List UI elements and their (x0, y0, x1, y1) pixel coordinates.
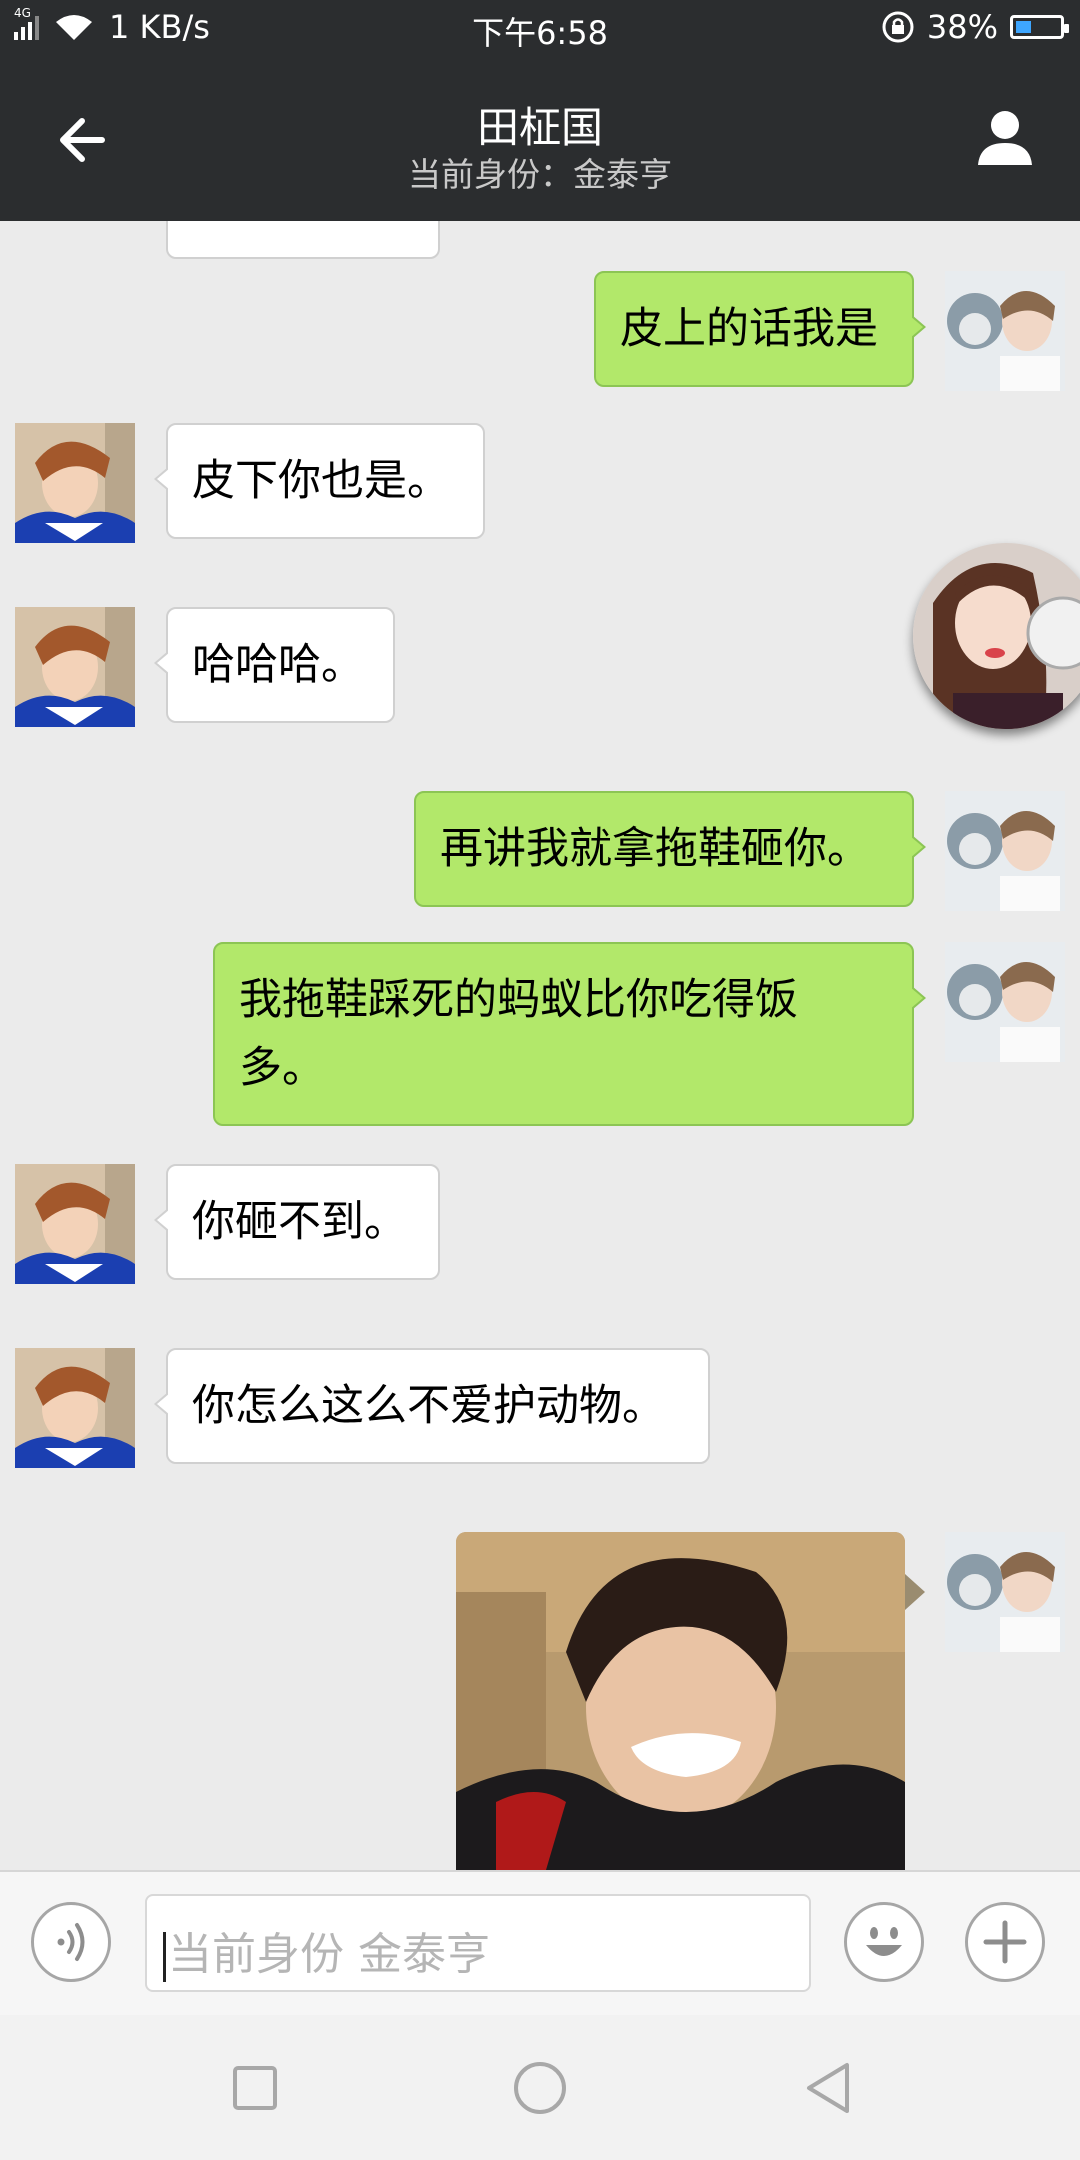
current-identity: 当前身份：金泰亨 (408, 155, 672, 194)
voice-button[interactable] (31, 1902, 111, 1982)
contact-avatar[interactable] (15, 1348, 135, 1468)
more-button[interactable] (965, 1902, 1045, 1982)
contact-avatar[interactable] (15, 1164, 135, 1284)
message-bubble[interactable]: 皮下你也是。 (154, 423, 485, 539)
battery-icon (1010, 15, 1069, 39)
my-avatar[interactable] (945, 791, 1065, 911)
top-bar: 4G 1 KB/s 下午6:58 38% 田柾国 当前身份：金泰亨 (0, 0, 1080, 221)
message-bubble[interactable]: 你怎么这么不爱护动物。 (154, 1348, 710, 1464)
message-text: 哈哈哈。 (192, 640, 364, 690)
my-avatar[interactable] (945, 1532, 1065, 1652)
message-text: 皮上的话我是 (620, 304, 878, 354)
home-icon[interactable] (505, 2053, 575, 2123)
battery-percent: 38% (926, 8, 998, 46)
smiley-icon (866, 1927, 902, 1956)
contact-avatar[interactable] (15, 607, 135, 727)
message-bubble[interactable]: 我拖鞋踩死的蚂蚁比你吃得饭 多。 (213, 942, 926, 1126)
my-avatar[interactable] (945, 271, 1065, 391)
chat-title: 田柾国 (476, 103, 603, 152)
message-input[interactable]: 当前身份 金泰亨 (145, 1894, 811, 1992)
message-text: 皮下你也是。 (192, 456, 450, 506)
message-text: 你怎么这么不爱护动物。 (192, 1381, 665, 1431)
message-text: 你砸不到。 (192, 1197, 407, 1247)
message-text: 再讲我就拿拖鞋砸你。 (440, 824, 870, 874)
message-bubble[interactable]: 皮上的话我是 (594, 271, 926, 387)
floating-avatar-button[interactable] (913, 543, 1080, 729)
recent-apps-icon[interactable] (220, 2053, 290, 2123)
message-bubble[interactable]: 再讲我就拿拖鞋砸你。 (414, 791, 926, 907)
plus-icon (983, 1920, 1027, 1964)
message-text-line: 我拖鞋踩死的蚂蚁比你吃得饭 (239, 975, 798, 1025)
contact-avatar[interactable] (15, 423, 135, 543)
input-bar: 当前身份 金泰亨 (0, 1870, 1080, 2015)
back-triangle-icon[interactable] (795, 2053, 865, 2123)
chat-area[interactable]: 皮上的话我是 皮下你也是。 哈哈哈。 再讲我就拿拖鞋砸你。 我拖鞋踩死的蚂蚁比你… (0, 221, 1080, 1870)
status-bar: 4G 1 KB/s 下午6:58 38% (0, 0, 1080, 55)
message-text-line: 多。 (239, 1043, 325, 1093)
text-caret (163, 1932, 166, 1982)
rotation-lock-icon (882, 11, 914, 43)
input-placeholder: 当前身份 金泰亨 (168, 1929, 490, 1980)
previous-message-bubble (166, 221, 440, 259)
message-bubble[interactable]: 哈哈哈。 (154, 607, 395, 723)
emoji-button[interactable] (844, 1902, 924, 1982)
system-nav-bar (0, 2015, 1080, 2160)
profile-icon[interactable] (970, 103, 1040, 173)
image-message[interactable] (456, 1532, 905, 1870)
voice-icon (57, 1923, 85, 1961)
message-bubble[interactable]: 你砸不到。 (154, 1164, 440, 1280)
my-avatar[interactable] (945, 942, 1065, 1062)
image-pointer (905, 1574, 925, 1610)
